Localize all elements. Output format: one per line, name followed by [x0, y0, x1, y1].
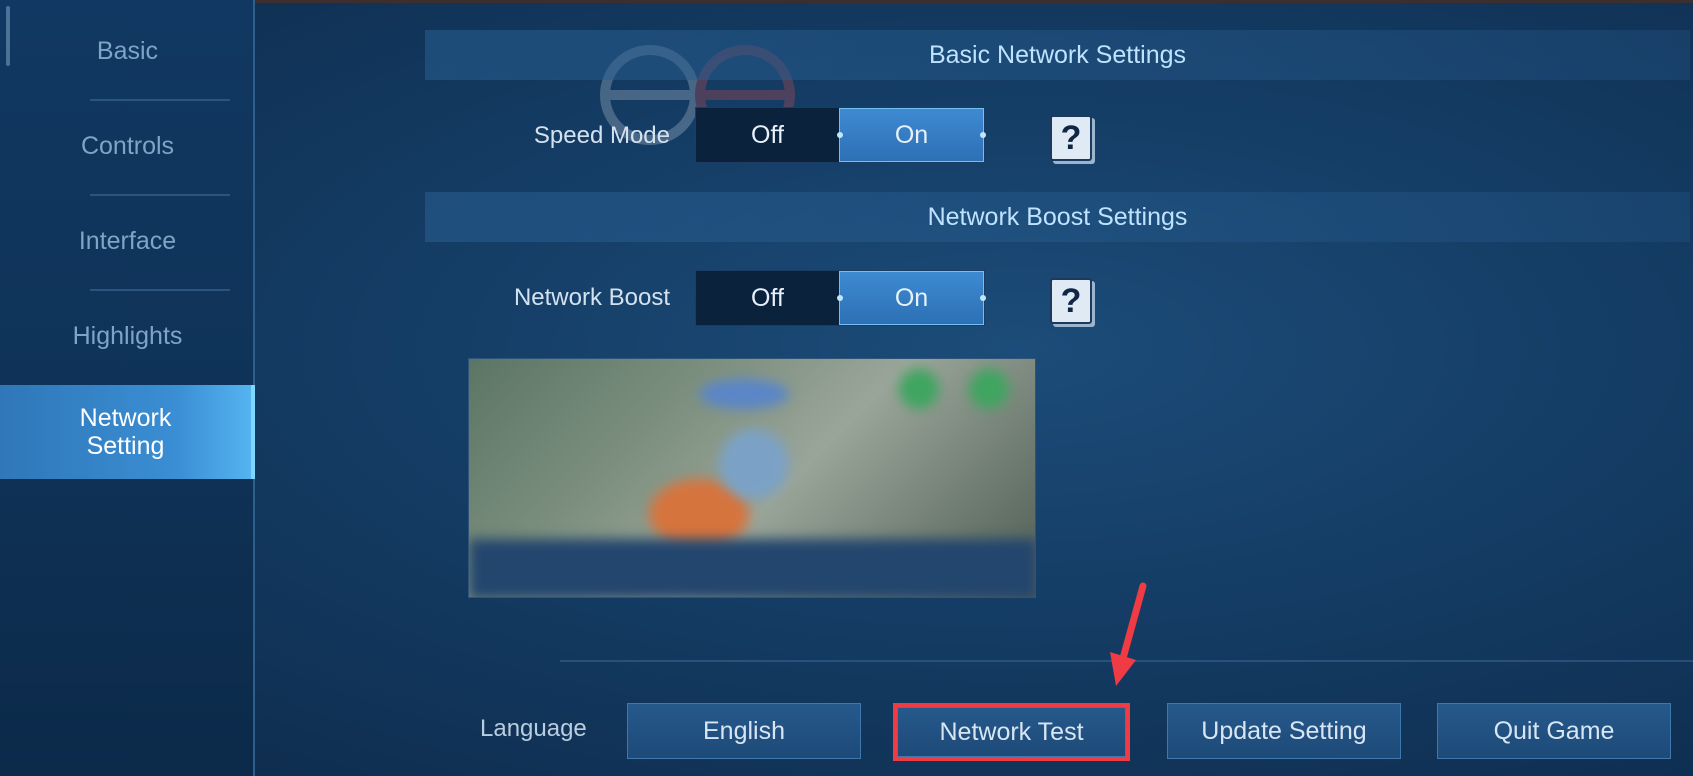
sidebar-item-label: Interface	[78, 226, 177, 255]
sidebar-item-controls[interactable]: Controls	[0, 98, 255, 193]
sidebar-item-label: Controls	[80, 131, 175, 160]
network-boost-toggle: Off On	[695, 270, 985, 326]
section-header-boost: Network Boost Settings	[425, 192, 1690, 242]
sidebar-item-highlights[interactable]: Highlights	[0, 288, 255, 383]
network-boost-off-button[interactable]: Off	[696, 271, 839, 325]
preview-blob	[699, 379, 789, 409]
network-boost-on-button[interactable]: On	[839, 271, 984, 325]
sidebar-item-network-setting[interactable]: Network Setting	[0, 385, 255, 479]
sidebar-item-basic[interactable]: Basic	[0, 3, 255, 98]
speed-mode-on-button[interactable]: On	[839, 108, 984, 162]
sidebar-item-label: Network Setting	[79, 404, 172, 460]
quit-game-button[interactable]: Quit Game	[1437, 703, 1671, 759]
sidebar: Basic Controls Interface Highlights Netw…	[0, 0, 255, 776]
sidebar-item-interface[interactable]: Interface	[0, 193, 255, 288]
speed-mode-label: Speed Mode	[533, 122, 670, 149]
question-mark-icon[interactable]: ?	[1050, 278, 1092, 324]
sidebar-item-label: Highlights	[72, 321, 183, 350]
preview-caption-bar	[469, 539, 1035, 597]
question-mark-icon[interactable]: ?	[1050, 115, 1092, 161]
section-header-basic: Basic Network Settings	[425, 30, 1690, 80]
red-arrow-icon	[1110, 582, 1147, 686]
speed-mode-toggle: Off On	[695, 107, 985, 163]
language-label: Language	[480, 715, 587, 742]
update-setting-button[interactable]: Update Setting	[1167, 703, 1401, 759]
preview-blob	[899, 369, 939, 409]
section-title: Basic Network Settings	[928, 40, 1187, 69]
language-english-button[interactable]: English	[627, 703, 861, 759]
preview-blob	[969, 369, 1009, 409]
section-title: Network Boost Settings	[927, 202, 1188, 231]
sidebar-item-label: Basic	[96, 36, 159, 65]
network-boost-label: Network Boost	[513, 284, 670, 311]
speed-mode-off-button[interactable]: Off	[696, 108, 839, 162]
preview-blob	[719, 429, 789, 499]
network-boost-preview-image	[468, 358, 1036, 598]
annotation-highlight-box	[893, 703, 1130, 761]
